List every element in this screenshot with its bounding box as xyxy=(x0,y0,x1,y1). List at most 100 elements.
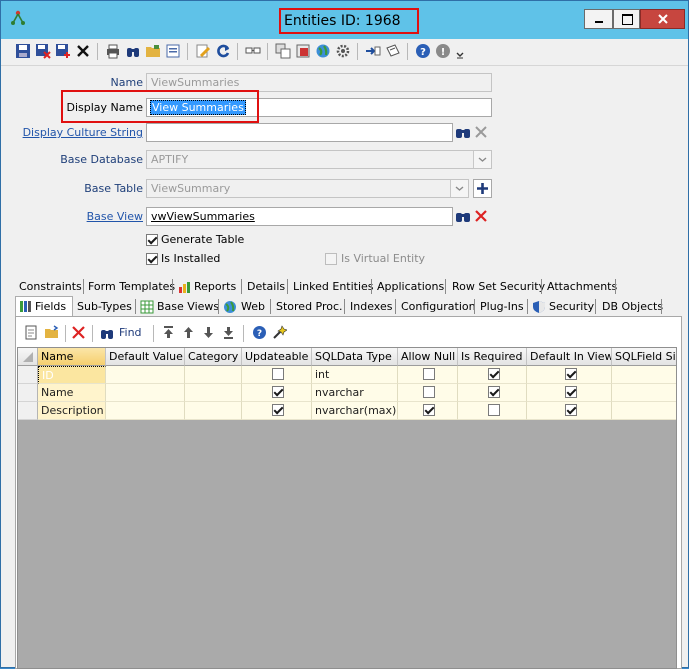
tab-security[interactable]: Security xyxy=(549,297,594,316)
tab-form-templates[interactable]: Form Templates xyxy=(88,277,175,296)
default-in-view-checkbox[interactable] xyxy=(564,386,577,398)
cell-name[interactable]: Description xyxy=(38,402,106,420)
is-required-checkbox[interactable] xyxy=(487,368,500,380)
cell-default-value[interactable] xyxy=(106,402,185,420)
tab-db-objects[interactable]: DB Objects xyxy=(602,297,663,316)
column-header-allow-null[interactable]: Allow Null xyxy=(398,348,458,366)
clear-base-view-icon[interactable] xyxy=(473,208,489,224)
import-icon[interactable] xyxy=(365,43,381,59)
tab-row-set-security[interactable]: Row Set Security xyxy=(452,277,545,296)
move-first-icon[interactable] xyxy=(161,325,176,340)
cell-default-value[interactable] xyxy=(106,384,185,402)
allow-null-checkbox[interactable] xyxy=(423,386,435,398)
cell-default-value[interactable] xyxy=(106,366,185,384)
cell-allow-null[interactable] xyxy=(398,384,458,402)
move-down-icon[interactable] xyxy=(201,325,216,340)
cell-name[interactable]: ID xyxy=(38,366,106,384)
row-header[interactable] xyxy=(18,402,38,420)
move-up-icon[interactable] xyxy=(181,325,196,340)
cell-sqlfield-size[interactable] xyxy=(612,402,676,420)
save-new-icon[interactable] xyxy=(55,43,71,59)
cell-sqldata-type[interactable]: int xyxy=(312,366,398,384)
layout-icon[interactable] xyxy=(245,43,261,59)
refresh-icon[interactable] xyxy=(215,43,231,59)
display-culture-string-link[interactable]: Display Culture String xyxy=(21,126,143,139)
info-icon[interactable]: ! xyxy=(435,43,451,59)
gear-icon[interactable] xyxy=(335,43,351,59)
edit-icon[interactable] xyxy=(195,43,211,59)
minimize-button[interactable] xyxy=(584,9,613,29)
base-database-dropdown[interactable]: APTIFY xyxy=(146,150,492,169)
default-in-view-checkbox[interactable] xyxy=(564,404,577,416)
cell-sqldata-type[interactable]: nvarchar(max) xyxy=(312,402,398,420)
column-header-sqldata-type[interactable]: SQLData Type xyxy=(312,348,398,366)
move-last-icon[interactable] xyxy=(221,325,236,340)
base-view-link[interactable]: Base View xyxy=(41,210,143,223)
cell-sqldata-type[interactable]: nvarchar xyxy=(312,384,398,402)
cell-default-in-view[interactable] xyxy=(527,402,612,420)
is-required-checkbox[interactable] xyxy=(487,404,500,416)
cell-is-required[interactable] xyxy=(458,366,527,384)
cell-category[interactable] xyxy=(185,366,242,384)
find-culture-icon[interactable] xyxy=(455,124,471,140)
column-header-default-in-view[interactable]: Default In View xyxy=(527,348,612,366)
globe-icon[interactable] xyxy=(315,43,331,59)
save-icon[interactable] xyxy=(15,43,31,59)
grid-corner[interactable] xyxy=(18,348,38,366)
clear-culture-icon[interactable] xyxy=(473,124,489,140)
new-record-icon[interactable] xyxy=(24,325,39,340)
cell-updateable[interactable] xyxy=(242,402,312,420)
display-culture-string-field[interactable] xyxy=(146,123,453,142)
is-virtual-entity-checkbox[interactable] xyxy=(325,253,337,265)
column-header-category[interactable]: Category xyxy=(185,348,242,366)
cell-sqlfield-size[interactable] xyxy=(612,366,676,384)
tab-plug-ins[interactable]: Plug-Ins xyxy=(480,297,524,316)
column-header-default-value[interactable]: Default Value xyxy=(106,348,185,366)
cell-default-in-view[interactable] xyxy=(527,366,612,384)
row-header[interactable] xyxy=(18,384,38,402)
cell-updateable[interactable] xyxy=(242,366,312,384)
add-base-table-button[interactable] xyxy=(473,179,492,198)
is-required-checkbox[interactable] xyxy=(487,386,500,398)
row-header[interactable] xyxy=(18,366,38,384)
is-installed-checkbox[interactable] xyxy=(146,253,158,265)
updateable-checkbox[interactable] xyxy=(272,386,284,398)
cell-name[interactable]: Name xyxy=(38,384,106,402)
find-base-view-icon[interactable] xyxy=(455,208,471,224)
base-view-field[interactable]: vwViewSummaries xyxy=(146,207,453,226)
updateable-checkbox[interactable] xyxy=(272,404,284,416)
allow-null-checkbox[interactable] xyxy=(423,368,435,380)
find-icon[interactable] xyxy=(125,43,141,59)
tab-web[interactable]: Web xyxy=(241,297,265,316)
cell-sqlfield-size[interactable] xyxy=(612,384,676,402)
base-database-dropdown-button[interactable] xyxy=(473,151,491,168)
note-icon[interactable] xyxy=(385,43,401,59)
tab-applications[interactable]: Applications xyxy=(377,277,444,296)
close-button[interactable] xyxy=(640,9,685,29)
base-table-dropdown-button[interactable] xyxy=(450,180,468,197)
maximize-button[interactable] xyxy=(613,9,640,29)
cell-category[interactable] xyxy=(185,402,242,420)
tab-attachments[interactable]: Attachments xyxy=(547,277,617,296)
cell-updateable[interactable] xyxy=(242,384,312,402)
tab-stored-proc[interactable]: Stored Proc. xyxy=(276,297,343,316)
allow-null-checkbox[interactable] xyxy=(423,404,435,416)
cell-is-required[interactable] xyxy=(458,384,527,402)
delete-record-icon[interactable] xyxy=(71,325,86,340)
cell-default-in-view[interactable] xyxy=(527,384,612,402)
tab-constraints[interactable]: Constraints xyxy=(19,277,82,296)
default-in-view-checkbox[interactable] xyxy=(564,368,577,380)
tab-indexes[interactable]: Indexes xyxy=(350,297,392,316)
save-close-icon[interactable] xyxy=(35,43,51,59)
base-table-dropdown[interactable]: ViewSummary xyxy=(146,179,469,198)
wizard-icon[interactable] xyxy=(272,325,287,340)
cell-category[interactable] xyxy=(185,384,242,402)
tab-reports[interactable]: Reports xyxy=(194,277,236,296)
folder-icon[interactable] xyxy=(145,43,161,59)
cell-is-required[interactable] xyxy=(458,402,527,420)
column-header-updateable[interactable]: Updateable xyxy=(242,348,312,366)
tab-configuration[interactable]: Configuration xyxy=(401,297,476,316)
open-folder-icon[interactable] xyxy=(44,325,59,340)
column-header-sqlfield-size[interactable]: SQLField Si xyxy=(612,348,676,366)
grid-help-icon[interactable]: ? xyxy=(252,325,267,340)
